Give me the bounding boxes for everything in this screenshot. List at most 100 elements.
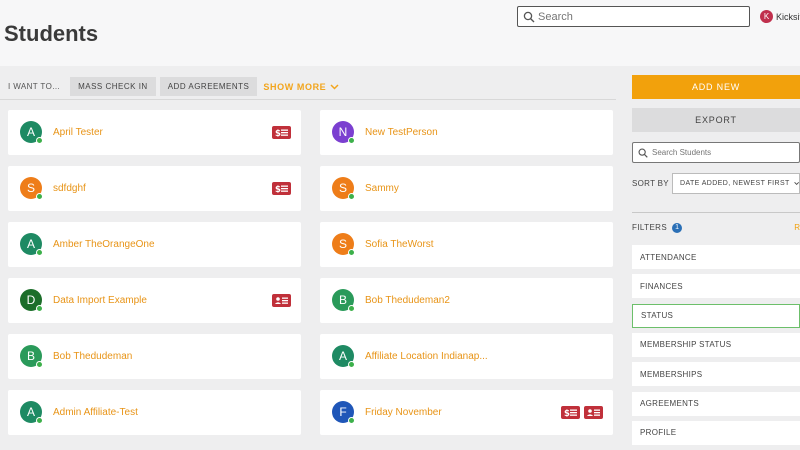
student-avatar: B [332, 289, 355, 312]
chevron-down-icon [330, 83, 339, 90]
student-card[interactable]: B Bob Thedudeman [8, 334, 301, 379]
action-bar: I WANT TO... MASS CHECK IN ADD AGREEMENT… [0, 74, 616, 100]
sort-by-label: SORT BY [632, 179, 669, 188]
student-card[interactable]: D Data Import Example [8, 278, 301, 323]
online-status-icon [348, 193, 355, 200]
student-card[interactable]: S Sofia TheWorst [320, 222, 613, 267]
student-name-link[interactable]: Sammy [365, 183, 399, 194]
student-name-link[interactable]: Amber TheOrangeOne [53, 239, 155, 250]
student-card[interactable]: F Friday November $ [320, 390, 613, 435]
filters-header: FILTERS 1 R [632, 212, 800, 242]
student-avatar: B [20, 345, 43, 368]
student-card[interactable]: A Admin Affiliate-Test [8, 390, 301, 435]
show-more-label: SHOW MORE [263, 81, 327, 92]
student-initial: B [26, 349, 35, 363]
filter-finances[interactable]: FINANCES [632, 274, 800, 299]
filters-count-badge: 1 [672, 222, 683, 233]
student-avatar: D [20, 289, 43, 312]
sort-by-select[interactable]: DATE ADDED, NEWEST FIRST [672, 173, 800, 194]
online-status-icon [348, 137, 355, 144]
finance-icon[interactable]: $ [561, 406, 580, 419]
student-initial: S [338, 237, 347, 251]
student-initial: S [338, 181, 347, 195]
filter-agreements[interactable]: AGREEMENTS [632, 391, 800, 416]
student-name-link[interactable]: sdfdghf [53, 183, 86, 194]
online-status-icon [36, 361, 43, 368]
student-avatar: A [332, 345, 355, 368]
student-initial: A [26, 237, 35, 251]
online-status-icon [348, 361, 355, 368]
online-status-icon [36, 249, 43, 256]
student-badges: $ [268, 182, 291, 195]
page-title: Students [4, 21, 99, 46]
online-status-icon [36, 417, 43, 424]
filters-label: FILTERS [632, 223, 668, 232]
user-avatar: K [760, 10, 773, 23]
student-badges: $ [557, 406, 603, 419]
filter-membership-status[interactable]: MEMBERSHIP STATUS [632, 332, 800, 357]
svg-text:$: $ [275, 129, 281, 137]
student-initial: A [26, 125, 35, 139]
student-card[interactable]: S Sammy [320, 166, 613, 211]
student-name-link[interactable]: Sofia TheWorst [365, 239, 434, 250]
student-avatar: S [332, 177, 355, 200]
filter-attendance[interactable]: ATTENDANCE [632, 245, 800, 269]
filter-profile[interactable]: PROFILE [632, 420, 800, 445]
add-agreements-button[interactable]: ADD AGREEMENTS [159, 77, 258, 96]
student-initial: A [338, 349, 347, 363]
student-search-field[interactable] [632, 142, 800, 163]
show-more-button[interactable]: SHOW MORE [263, 82, 339, 92]
student-avatar: S [20, 177, 43, 200]
student-name-link[interactable]: Bob Thedudeman2 [365, 295, 450, 306]
finance-icon[interactable]: $ [272, 182, 291, 195]
student-name-link[interactable]: New TestPerson [365, 127, 438, 138]
student-avatar: A [20, 401, 43, 424]
filters-reset-link[interactable]: R [794, 223, 800, 232]
chevron-down-icon [793, 182, 799, 186]
mass-check-in-button[interactable]: MASS CHECK IN [70, 77, 156, 96]
user-menu[interactable]: K Kicksite [760, 10, 800, 23]
search-icon [638, 148, 648, 158]
add-new-button[interactable]: ADD NEW [632, 75, 800, 99]
search-icon [523, 11, 535, 22]
student-name-link[interactable]: April Tester [53, 127, 103, 138]
student-search-input[interactable] [652, 148, 792, 157]
student-initial: N [338, 125, 348, 139]
student-initial: B [338, 293, 347, 307]
student-name-link[interactable]: Affiliate Location Indianap... [365, 351, 488, 362]
student-avatar: N [332, 121, 355, 144]
online-status-icon [36, 305, 43, 312]
student-avatar: S [332, 233, 355, 256]
student-initial: A [26, 405, 35, 419]
student-initial: S [26, 181, 35, 195]
user-name: Kicksite [776, 11, 800, 22]
student-avatar: F [332, 401, 355, 424]
finance-icon[interactable]: $ [272, 126, 291, 139]
student-name-link[interactable]: Friday November [365, 407, 442, 418]
student-name-link[interactable]: Data Import Example [53, 295, 147, 306]
student-card[interactable]: A April Tester $ [8, 110, 301, 155]
global-search-field[interactable] [517, 6, 750, 27]
online-status-icon [348, 305, 355, 312]
filter-status[interactable]: STATUS [632, 303, 800, 328]
student-initial: F [339, 405, 347, 419]
online-status-icon [36, 193, 43, 200]
student-card[interactable]: Ssdfdghf $ [8, 166, 301, 211]
id-card-icon[interactable] [584, 406, 603, 419]
filter-memberships[interactable]: MEMBERSHIPS [632, 362, 800, 387]
student-card[interactable]: A Affiliate Location Indianap... [320, 334, 613, 379]
student-card[interactable]: B Bob Thedudeman2 [320, 278, 613, 323]
student-card[interactable]: N New TestPerson [320, 110, 613, 155]
id-card-icon[interactable] [272, 294, 291, 307]
svg-text:$: $ [275, 185, 281, 193]
svg-text:$: $ [564, 409, 570, 417]
export-button[interactable]: EXPORT [632, 108, 800, 132]
student-name-link[interactable]: Admin Affiliate-Test [53, 407, 138, 418]
global-search-input[interactable] [538, 10, 738, 23]
student-badges: $ [268, 126, 291, 139]
student-avatar: A [20, 121, 43, 144]
student-card[interactable]: A Amber TheOrangeOne [8, 222, 301, 267]
student-name-link[interactable]: Bob Thedudeman [53, 351, 132, 362]
online-status-icon [348, 249, 355, 256]
online-status-icon [36, 137, 43, 144]
